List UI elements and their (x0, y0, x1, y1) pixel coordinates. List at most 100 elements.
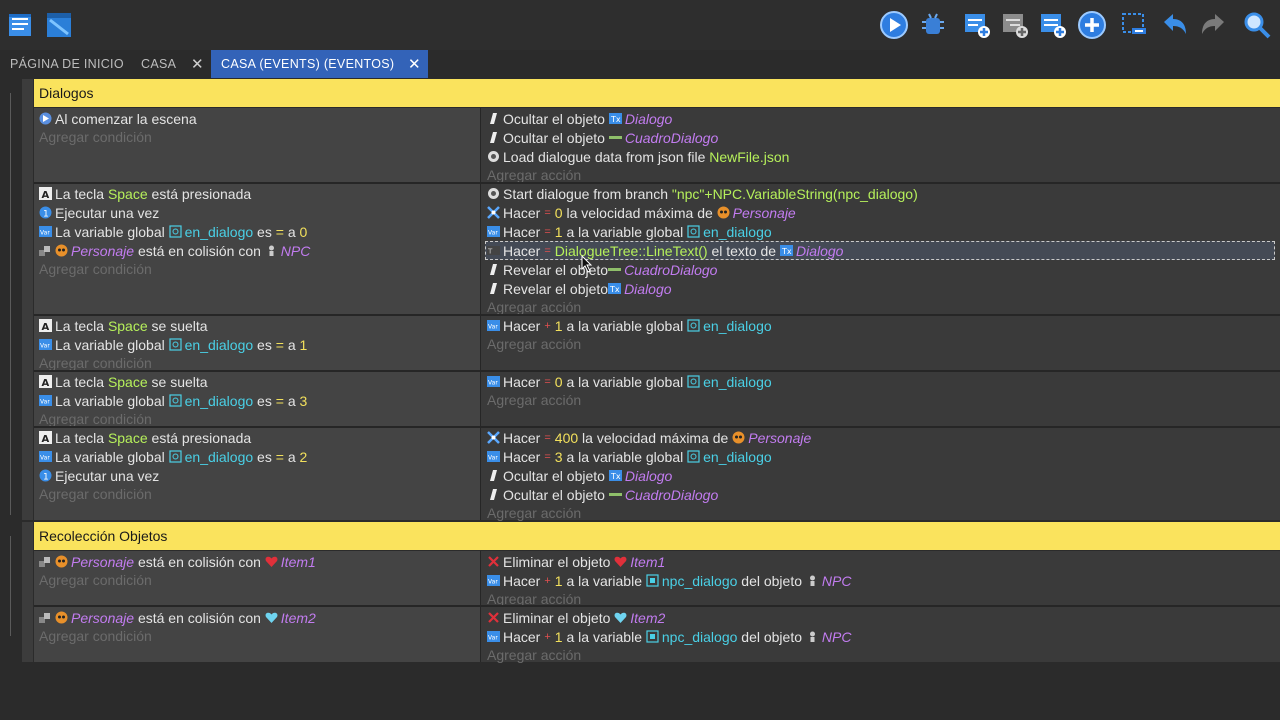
svg-text:A: A (42, 322, 50, 332)
add-event-icon[interactable] (962, 10, 992, 40)
action-set-global-variable[interactable]: Var Hacer = 1 a la variable global en_dial… (487, 222, 772, 241)
redo-icon[interactable] (1198, 10, 1228, 40)
group-title: Recolección Objetos (39, 528, 168, 544)
variable-icon: Var (39, 394, 52, 407)
add-action[interactable]: Agregar acción (487, 503, 581, 522)
condition-trigger-once[interactable]: 1 Ejecutar una vez (39, 203, 159, 222)
scene-start-icon (39, 112, 52, 125)
visibility-icon (487, 282, 500, 295)
condition-key-pressed[interactable]: A La tecla Space está presionada (39, 428, 251, 447)
condition-global-variable[interactable]: Var La variable global en_dialogo es = a… (39, 391, 307, 410)
action-delete-object[interactable]: Eliminar el objeto Item1 (487, 552, 665, 571)
add-action[interactable]: Agregar acción (487, 645, 581, 664)
condition-trigger-once[interactable]: 1 Ejecutar una vez (39, 466, 159, 485)
add-condition[interactable]: Agregar condición (39, 484, 152, 503)
add-more-icon[interactable] (1077, 10, 1107, 40)
search-icon[interactable] (1242, 10, 1272, 40)
visibility-icon (487, 469, 500, 482)
mouse-cursor-icon (581, 254, 593, 273)
undo-icon[interactable] (1160, 10, 1190, 40)
condition-collision[interactable]: Personaje está en colisión con Item2 (39, 608, 316, 627)
variable-icon: Var (39, 225, 52, 238)
add-condition[interactable]: Agregar condición (39, 626, 152, 645)
action-hide-object[interactable]: Ocultar el objeto CuadroDialogo (487, 128, 718, 147)
heart-icon (614, 555, 627, 568)
action-start-dialogue[interactable]: Start dialogue from branch "npc"+NPC.Var… (487, 184, 918, 203)
add-condition[interactable]: Agregar condición (39, 259, 152, 278)
collision-icon (39, 611, 52, 624)
group-dialogos[interactable]: Dialogos (34, 79, 1280, 107)
global-variable-icon (169, 450, 182, 463)
action-add-global-variable[interactable]: Var Hacer +1 a la variable global en_dial… (487, 316, 772, 335)
variable-icon: Var (39, 338, 52, 351)
action-delete-object[interactable]: Eliminar el objeto Item2 (487, 608, 665, 627)
movement-icon (487, 431, 500, 444)
action-set-global-variable[interactable]: Var Hacer = 3 a la variable global en_dial… (487, 447, 772, 466)
action-show-object[interactable]: Revelar el objeto CuadroDialogo (487, 260, 717, 279)
tab-casa-events[interactable]: CASA (EVENTS) (EVENTOS) ✕ (211, 50, 428, 78)
dialogue-tree-icon (487, 187, 500, 200)
action-hide-object[interactable]: Ocultar el objeto Tx Dialogo (487, 466, 672, 485)
preview-play-icon[interactable] (879, 10, 909, 40)
object-variable-icon (646, 574, 659, 587)
action-set-max-speed[interactable]: Hacer = 400 la velocidad máxima de Persona… (487, 428, 811, 447)
add-condition[interactable]: Agregar condición (39, 127, 152, 146)
group-title: Dialogos (39, 85, 94, 101)
movement-icon (487, 206, 500, 219)
group-rail (22, 79, 33, 520)
variable-icon: Var (487, 375, 500, 388)
svg-text:1: 1 (43, 473, 49, 483)
action-load-dialogue[interactable]: Load dialogue data from json file NewFil… (487, 147, 789, 166)
svg-text:Var: Var (488, 324, 498, 331)
project-manager-icon[interactable] (6, 10, 36, 40)
group-recoleccion-objetos[interactable]: Recolección Objetos (34, 522, 1280, 550)
action-add-object-variable[interactable]: Var Hacer +1 a la variable npc_dialogo de… (487, 627, 851, 646)
blue-heart-icon (265, 611, 278, 624)
trigger-once-icon: 1 (39, 206, 52, 219)
condition-global-variable[interactable]: Var La variable global en_dialogo es = a… (39, 222, 307, 241)
add-condition[interactable]: Agregar condición (39, 570, 152, 589)
add-action[interactable]: Agregar acción (487, 390, 581, 409)
tab-casa[interactable]: CASA ✕ (131, 50, 210, 78)
action-add-object-variable[interactable]: Var Hacer +1 a la variable npc_dialogo de… (487, 571, 851, 590)
svg-text:Var: Var (40, 455, 50, 462)
group-bracket (10, 93, 23, 515)
condition-key-released[interactable]: A La tecla Space se suelta (39, 316, 208, 335)
delete-event-icon[interactable] (1120, 10, 1150, 40)
character-sprite-icon (55, 611, 68, 624)
variable-icon: Var (487, 319, 500, 332)
condition-collision[interactable]: Personaje está en colisión con Item1 (39, 552, 316, 571)
global-variable-icon (169, 338, 182, 351)
variable-icon: Var (487, 225, 500, 238)
condition-key-pressed[interactable]: A La tecla Space está presionada (39, 184, 251, 203)
svg-text:Tx: Tx (610, 472, 621, 481)
svg-text:Var: Var (488, 230, 498, 237)
action-hide-object[interactable]: Ocultar el objeto Tx Dialogo (487, 109, 672, 128)
action-show-object[interactable]: Revelar el objeto Tx Dialogo (487, 279, 672, 298)
action-set-text[interactable]: T Hacer = DialogueTree::LineText() el text… (487, 241, 843, 260)
npc-sprite-icon (806, 574, 819, 587)
action-set-max-speed[interactable]: Hacer = 0 la velocidad máxima de Personaje (487, 203, 796, 222)
text-object-icon: Tx (779, 244, 793, 257)
action-hide-object[interactable]: Ocultar el objeto CuadroDialogo (487, 485, 718, 504)
delete-icon (487, 555, 500, 568)
condition-global-variable[interactable]: Var La variable global en_dialogo es = a… (39, 447, 307, 466)
condition-key-released[interactable]: A La tecla Space se suelta (39, 372, 208, 391)
tab-label: PÁGINA DE INICIO (10, 57, 124, 71)
condition-collision[interactable]: Personaje está en colisión con NPC (39, 241, 310, 260)
variable-icon: Var (487, 450, 500, 463)
scene-editor-icon[interactable] (44, 10, 74, 40)
condition-global-variable[interactable]: Var La variable global en_dialogo es = a… (39, 335, 307, 354)
tab-home[interactable]: PÁGINA DE INICIO (0, 50, 130, 78)
svg-text:Tx: Tx (609, 285, 620, 294)
add-subevent-icon[interactable] (1000, 10, 1030, 40)
close-icon[interactable]: ✕ (191, 55, 204, 73)
add-action[interactable]: Agregar acción (487, 334, 581, 353)
variable-icon: Var (487, 574, 500, 587)
close-icon[interactable]: ✕ (408, 55, 421, 73)
debugger-icon[interactable] (918, 10, 948, 40)
condition-scene-start[interactable]: Al comenzar la escena (39, 109, 197, 128)
svg-text:Tx: Tx (781, 247, 792, 256)
action-set-global-variable[interactable]: Var Hacer = 0 a la variable global en_dial… (487, 372, 772, 391)
add-comment-icon[interactable] (1038, 10, 1068, 40)
